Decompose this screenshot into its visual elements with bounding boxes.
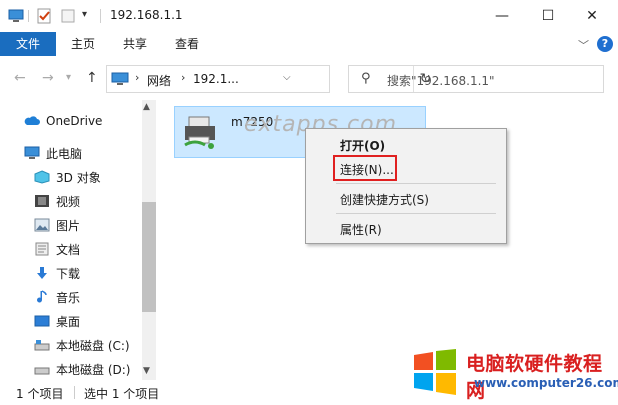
tab-file[interactable]: 文件 bbox=[0, 32, 56, 56]
search-icon: ⚲ bbox=[361, 71, 371, 86]
address-dropdown-icon[interactable]: ⌵ bbox=[283, 72, 291, 83]
sidebar-item-label: 此电脑 bbox=[46, 146, 83, 161]
help-icon[interactable]: ? bbox=[597, 36, 613, 52]
selected-count: 选中 1 个项目 bbox=[84, 387, 160, 401]
drive-icon bbox=[34, 340, 50, 351]
new-folder-icon[interactable] bbox=[60, 8, 76, 24]
qa-separator bbox=[28, 10, 29, 22]
navigation-bar: ← → ▾ ↑ › 网络 › 192.1... ⌵ ↻ ⚲ 搜索"192.168… bbox=[0, 56, 618, 100]
search-placeholder: 搜索"192.168.1.1" bbox=[387, 74, 495, 88]
breadcrumb-current[interactable]: 192.1... bbox=[193, 72, 239, 86]
properties-icon[interactable] bbox=[36, 8, 52, 24]
context-menu: 打开(O) 连接(N)... 创建快捷方式(S) 属性(R) bbox=[305, 128, 507, 244]
tab-share[interactable]: 共享 bbox=[114, 32, 156, 56]
sidebar-item-label: 桌面 bbox=[56, 314, 81, 329]
up-arrow-icon[interactable]: ↑ bbox=[86, 70, 98, 86]
title-bar: ▾ 192.168.1.1 — ☐ ✕ bbox=[0, 0, 618, 32]
sidebar-item-label: 视频 bbox=[56, 194, 81, 209]
sidebar-item-label: 图片 bbox=[56, 218, 81, 233]
sidebar-item-label: 下载 bbox=[56, 266, 81, 281]
sidebar-item-label: 音乐 bbox=[56, 290, 81, 305]
picture-icon bbox=[34, 218, 50, 232]
ribbon-tabs: 文件 主页 共享 查看 ﹀ ? bbox=[0, 32, 618, 56]
network-computer-icon bbox=[111, 72, 129, 85]
desktop-icon bbox=[34, 315, 50, 327]
title-separator bbox=[100, 9, 101, 23]
breadcrumb-network[interactable]: 网络 bbox=[147, 72, 171, 89]
connect-highlight-box bbox=[333, 155, 397, 181]
printer-icon bbox=[184, 116, 215, 149]
download-icon bbox=[37, 267, 47, 279]
brand-url: www.computer26.com bbox=[474, 376, 618, 390]
menu-item-properties[interactable]: 属性(R) bbox=[340, 221, 382, 238]
cloud-icon bbox=[24, 116, 40, 125]
sidebar-item-documents[interactable]: 文档 bbox=[34, 238, 80, 260]
navigation-pane: OneDrive 此电脑 3D 对象 视频 图片 文档 下载 音乐 桌面 本地磁… bbox=[0, 100, 158, 380]
window-title: 192.168.1.1 bbox=[110, 8, 183, 22]
menu-item-open[interactable]: 打开(O) bbox=[340, 137, 385, 154]
scroll-up-icon[interactable]: ▲ bbox=[143, 102, 150, 112]
scroll-down-icon[interactable]: ▼ bbox=[143, 366, 150, 376]
sidebar-item-drive-d[interactable]: 本地磁盘 (D:) bbox=[34, 358, 130, 380]
menu-separator bbox=[336, 183, 496, 184]
tab-home[interactable]: 主页 bbox=[62, 32, 104, 56]
sidebar-scrollbar-thumb[interactable] bbox=[142, 202, 156, 312]
sidebar-item-label: 本地磁盘 (C:) bbox=[56, 338, 130, 353]
computer-icon bbox=[24, 146, 40, 159]
ribbon-expand-chevron-icon[interactable]: ﹀ bbox=[578, 37, 589, 53]
tab-view[interactable]: 查看 bbox=[166, 32, 208, 56]
maximize-button[interactable]: ☐ bbox=[528, 4, 568, 28]
windows-logo-icon bbox=[414, 349, 456, 395]
sidebar-item-onedrive[interactable]: OneDrive bbox=[24, 110, 102, 132]
address-bar[interactable]: › 网络 › 192.1... ⌵ ↻ bbox=[106, 65, 431, 93]
forward-arrow-icon[interactable]: → bbox=[42, 70, 54, 86]
sidebar-item-label: 3D 对象 bbox=[56, 170, 101, 185]
sidebar-item-videos[interactable]: 视频 bbox=[34, 190, 80, 212]
sidebar-item-pictures[interactable]: 图片 bbox=[34, 214, 80, 236]
drive-icon bbox=[34, 367, 50, 375]
sidebar-item-3d-objects[interactable]: 3D 对象 bbox=[34, 166, 101, 188]
status-separator bbox=[74, 386, 75, 399]
sidebar-item-this-pc[interactable]: 此电脑 bbox=[24, 142, 82, 164]
sidebar-item-label: 本地磁盘 (D:) bbox=[56, 362, 131, 377]
music-icon bbox=[37, 290, 47, 303]
document-icon bbox=[35, 242, 49, 256]
back-arrow-icon[interactable]: ← bbox=[14, 70, 26, 86]
breadcrumb-chevron-icon: › bbox=[181, 71, 186, 84]
computer-icon[interactable] bbox=[8, 8, 24, 24]
close-button[interactable]: ✕ bbox=[572, 4, 612, 28]
sidebar-item-desktop[interactable]: 桌面 bbox=[34, 310, 80, 332]
recent-locations-chevron-icon[interactable]: ▾ bbox=[66, 72, 71, 83]
sidebar-item-label: OneDrive bbox=[46, 114, 103, 128]
menu-separator bbox=[336, 213, 496, 214]
search-input[interactable]: ⚲ 搜索"192.168.1.1" bbox=[348, 65, 604, 93]
sidebar-item-music[interactable]: 音乐 bbox=[34, 286, 80, 308]
sidebar-item-downloads[interactable]: 下载 bbox=[34, 262, 80, 284]
breadcrumb-chevron-icon: › bbox=[135, 71, 140, 84]
cube-icon bbox=[34, 170, 50, 184]
minimize-button[interactable]: — bbox=[482, 4, 522, 28]
video-icon bbox=[35, 195, 49, 207]
menu-item-create-shortcut[interactable]: 创建快捷方式(S) bbox=[340, 191, 429, 208]
sidebar-item-label: 文档 bbox=[56, 242, 81, 257]
sidebar-item-drive-c[interactable]: 本地磁盘 (C:) bbox=[34, 334, 130, 356]
item-count: 1 个项目 bbox=[16, 387, 64, 401]
qa-customize-dropdown[interactable]: ▾ bbox=[82, 9, 87, 20]
